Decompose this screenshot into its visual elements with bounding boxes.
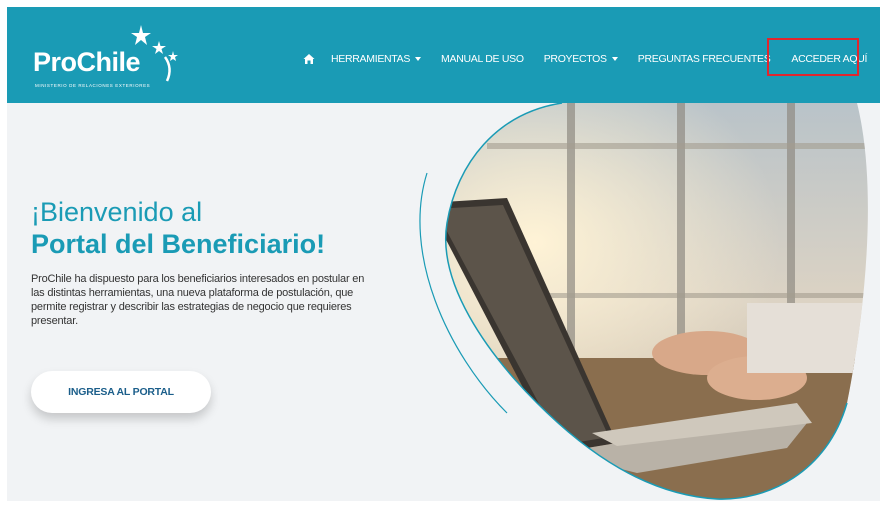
nav-manual-label: MANUAL DE USO	[441, 53, 524, 65]
hero-laptop-image	[419, 103, 868, 500]
nav-proyectos[interactable]: PROYECTOS	[544, 53, 618, 65]
ingresa-al-portal-button[interactable]: INGRESA AL PORTAL	[31, 371, 211, 413]
logo-subtitle: MINISTERIO DE RELACIONES EXTERIORES	[35, 83, 151, 88]
chevron-down-icon	[611, 57, 618, 61]
prochile-logo[interactable]: ProChile MINISTERIO DE RELACIONES EXTERI…	[33, 23, 183, 93]
hero-title-line2: Portal del Beneficiario!	[31, 229, 326, 259]
nav-preguntas-frecuentes[interactable]: PREGUNTAS FRECUENTES	[638, 53, 771, 65]
acceder-highlight-box	[767, 38, 859, 76]
nav-preguntas-label: PREGUNTAS FRECUENTES	[637, 53, 771, 65]
nav-proyectos-label: PROYECTOS	[543, 53, 607, 65]
hero-title-line1: ¡Bienvenido al	[31, 197, 203, 227]
nav-herramientas[interactable]: HERRAMIENTAS	[331, 53, 422, 65]
header: ProChile MINISTERIO DE RELACIONES EXTERI…	[7, 7, 880, 103]
nav-manual-de-uso[interactable]: MANUAL DE USO	[441, 53, 524, 65]
logo-wordmark: ProChile	[33, 47, 141, 77]
home-icon[interactable]	[303, 53, 315, 65]
hero-description: ProChile ha dispuesto para los beneficia…	[31, 273, 365, 327]
nav-herramientas-label: HERRAMIENTAS	[331, 53, 411, 65]
chevron-down-icon	[415, 57, 422, 61]
page-frame: ProChile MINISTERIO DE RELACIONES EXTERI…	[7, 7, 880, 501]
